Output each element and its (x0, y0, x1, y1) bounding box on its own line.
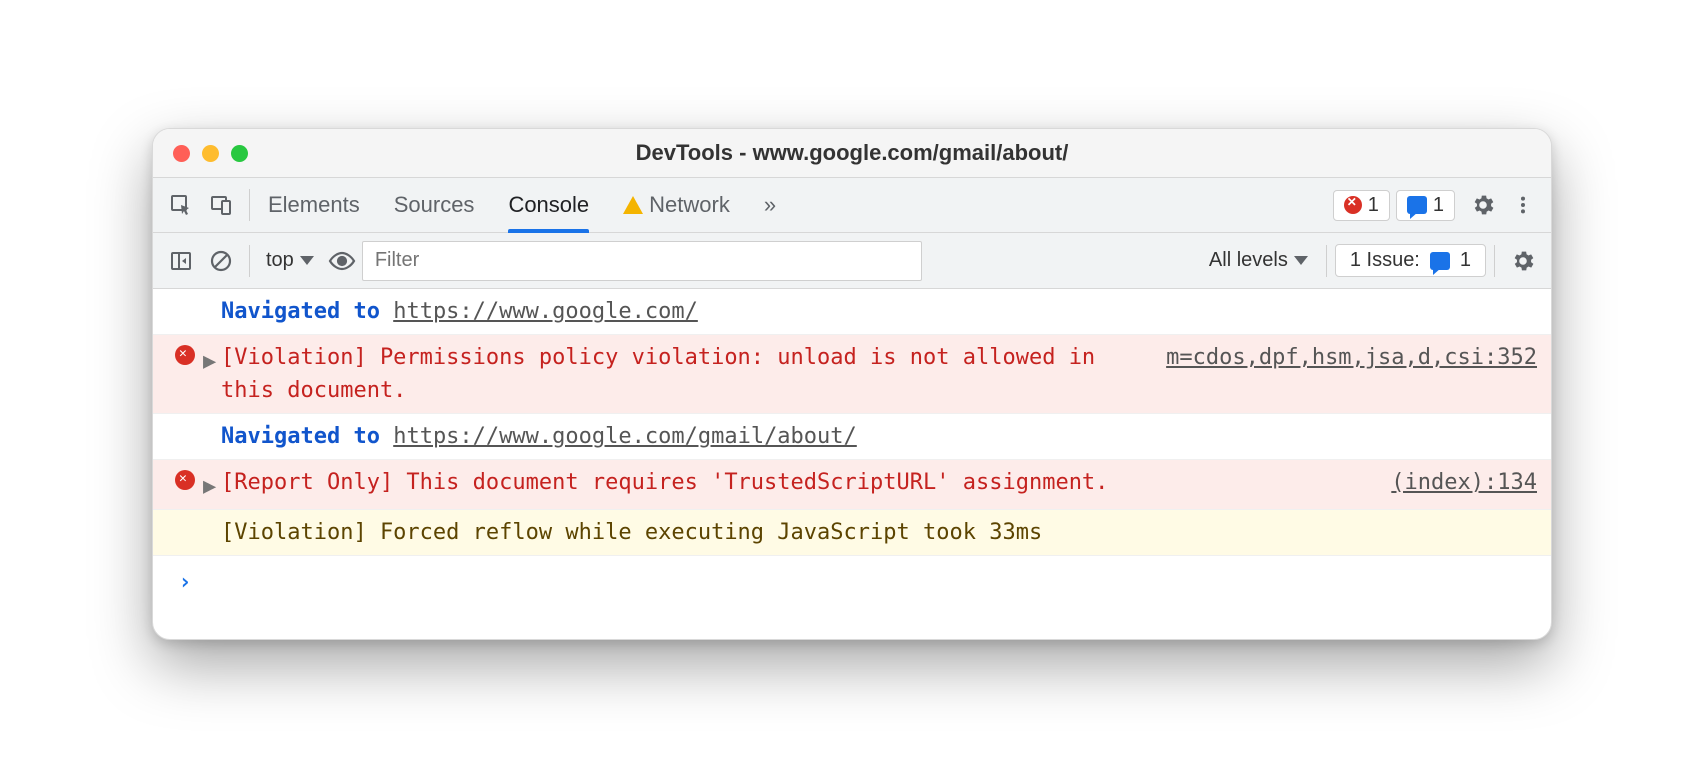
separator (1494, 245, 1495, 277)
log-levels-selector[interactable]: All levels (1199, 249, 1318, 272)
tab-network-label: Network (649, 192, 730, 217)
chevron-down-icon (300, 256, 314, 265)
devtools-window: DevTools - www.google.com/gmail/about/ E… (152, 128, 1552, 640)
tab-console[interactable]: Console (508, 180, 589, 230)
chevron-down-icon (1294, 256, 1308, 265)
console-toolbar: top All levels 1 Issue: 1 (153, 233, 1551, 289)
tab-network[interactable]: Network (623, 180, 730, 230)
error-message: ▶ [Report Only] This document requires '… (153, 460, 1551, 510)
error-message: ▶ [Violation] Permissions policy violati… (153, 335, 1551, 414)
issues-label: 1 Issue: (1350, 249, 1420, 272)
device-toolbar-icon[interactable] (201, 185, 241, 225)
settings-icon[interactable] (1463, 185, 1503, 225)
error-icon (1344, 196, 1362, 214)
error-count-badge[interactable]: 1 (1333, 190, 1390, 221)
separator (249, 189, 250, 221)
separator (249, 245, 250, 277)
levels-label: All levels (1209, 249, 1288, 272)
tab-sources[interactable]: Sources (394, 180, 475, 230)
context-label: top (266, 249, 294, 272)
nav-url[interactable]: https://www.google.com/ (393, 299, 698, 324)
context-selector[interactable]: top (258, 245, 322, 276)
tabs-overflow[interactable]: » (764, 180, 776, 230)
error-count: 1 (1368, 194, 1379, 217)
main-tabbar: Elements Sources Console Network » 1 1 (153, 177, 1551, 233)
issues-button[interactable]: 1 Issue: 1 (1335, 244, 1486, 277)
nav-message: Navigated to https://www.google.com/ (153, 289, 1551, 335)
tab-elements[interactable]: Elements (268, 180, 360, 230)
issue-count-badge[interactable]: 1 (1396, 190, 1455, 221)
disclosure-triangle[interactable]: ▶ (203, 341, 221, 378)
clear-console-icon[interactable] (201, 241, 241, 281)
nav-url[interactable]: https://www.google.com/gmail/about/ (393, 424, 857, 449)
more-options-icon[interactable] (1503, 185, 1543, 225)
source-link[interactable]: m=cdos,dpf,hsm,jsa,d,csi:352 (1146, 341, 1537, 374)
filter-input[interactable] (362, 241, 922, 281)
issue-icon (1430, 252, 1450, 270)
window-title: DevTools - www.google.com/gmail/about/ (153, 140, 1551, 166)
error-icon (175, 470, 195, 490)
nav-label: Navigated to (221, 424, 380, 449)
sidebar-toggle-icon[interactable] (161, 241, 201, 281)
titlebar: DevTools - www.google.com/gmail/about/ (153, 129, 1551, 177)
warn-text: [Violation] Forced reflow while executin… (221, 516, 1537, 549)
panel-tabs: Elements Sources Console Network » (268, 180, 776, 230)
nav-label: Navigated to (221, 299, 380, 324)
separator (1326, 245, 1327, 277)
error-text: [Violation] Permissions policy violation… (221, 341, 1146, 407)
issue-icon (1407, 196, 1427, 214)
source-link[interactable]: (index):134 (1371, 466, 1537, 499)
issue-count: 1 (1433, 194, 1444, 217)
error-icon (175, 345, 195, 365)
nav-message: Navigated to https://www.google.com/gmai… (153, 414, 1551, 460)
issues-count: 1 (1460, 249, 1471, 272)
console-log-area: Navigated to https://www.google.com/ ▶ [… (153, 289, 1551, 639)
live-expression-icon[interactable] (322, 241, 362, 281)
console-settings-icon[interactable] (1503, 241, 1543, 281)
warn-message: [Violation] Forced reflow while executin… (153, 510, 1551, 556)
prompt-chevron-icon: › (178, 566, 191, 599)
error-text: [Report Only] This document requires 'Tr… (221, 466, 1371, 499)
inspect-element-icon[interactable] (161, 185, 201, 225)
console-prompt[interactable]: › (153, 556, 1551, 639)
disclosure-triangle[interactable]: ▶ (203, 466, 221, 503)
